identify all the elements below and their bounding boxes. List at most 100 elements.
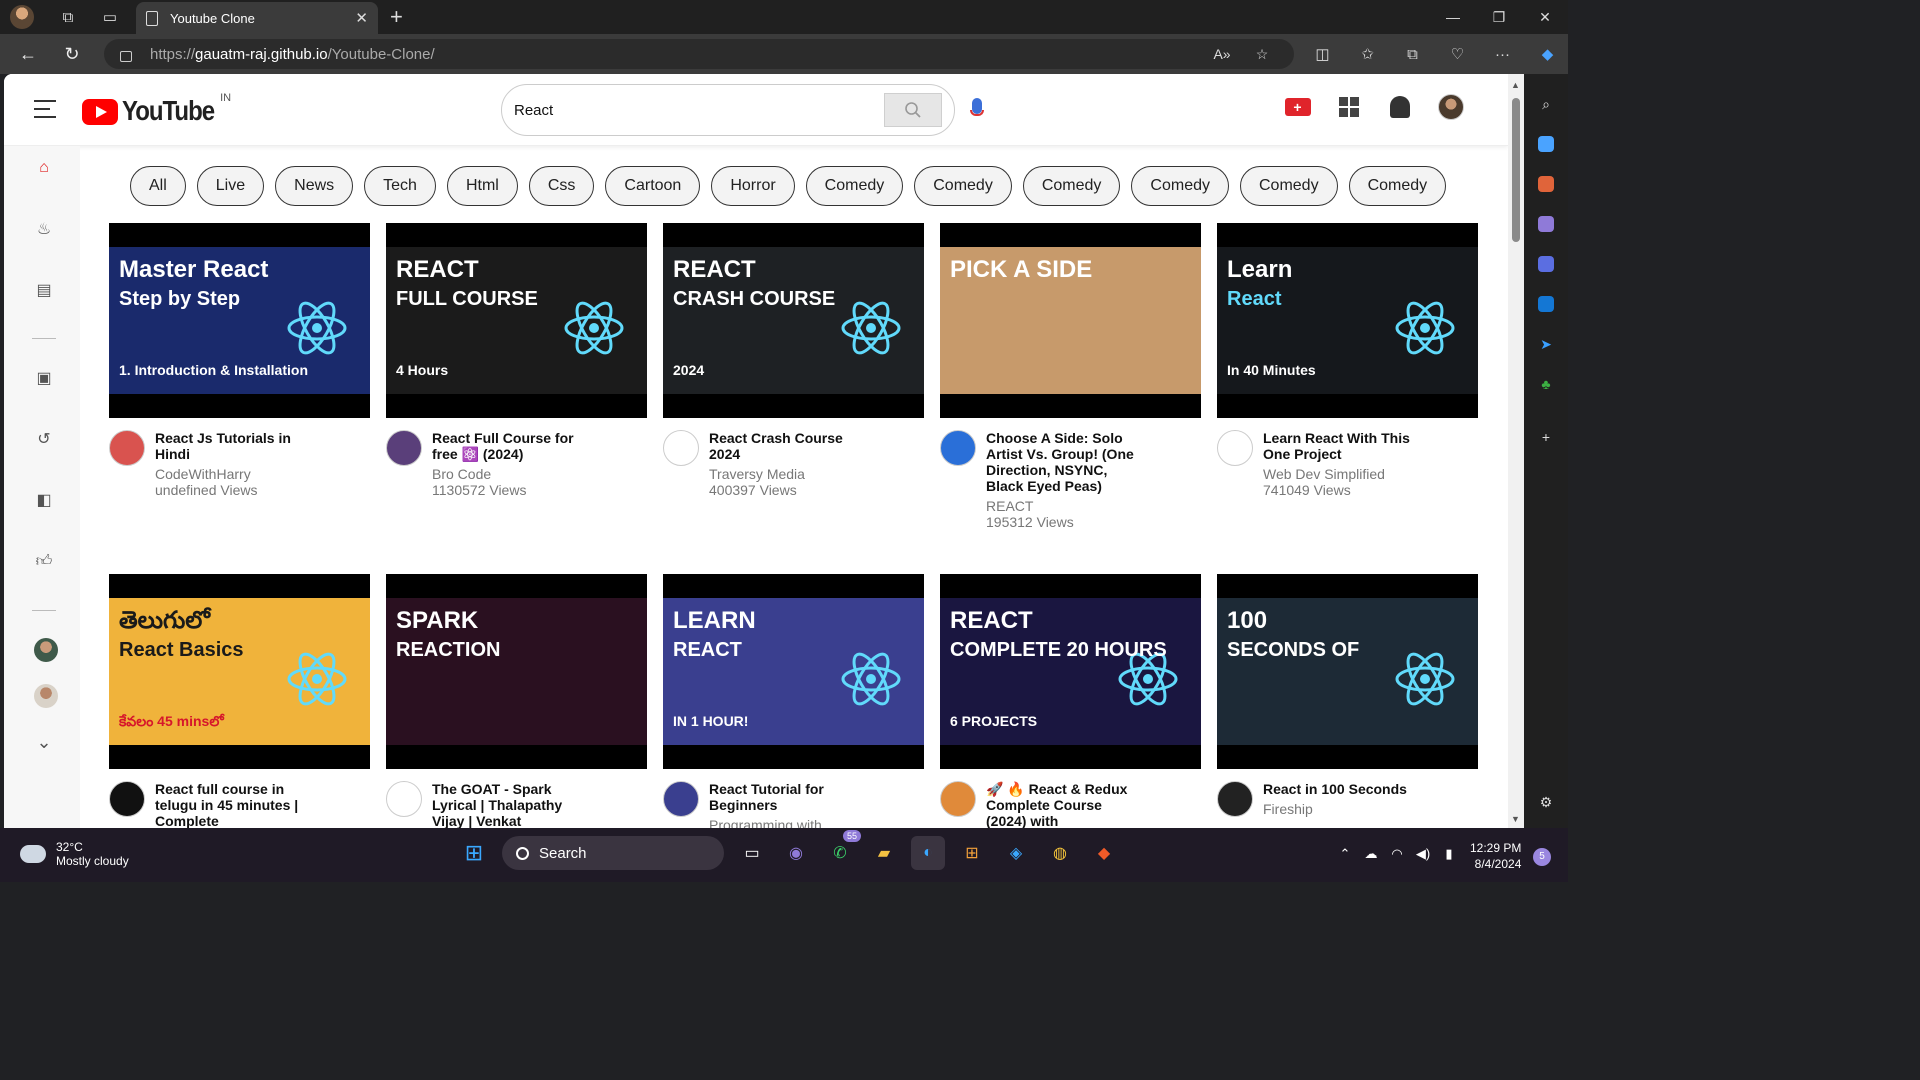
- video-title[interactable]: React Tutorial for Beginners: [709, 781, 859, 813]
- search-input[interactable]: [514, 101, 884, 119]
- taskbar-search[interactable]: Search: [502, 836, 724, 870]
- user-avatar-button[interactable]: [1425, 94, 1476, 120]
- filter-chip[interactable]: Live: [196, 166, 265, 206]
- filter-chip[interactable]: Horror: [711, 166, 795, 206]
- chevron-down-icon[interactable]: ⌄: [34, 732, 54, 752]
- file-explorer-icon[interactable]: ▰: [867, 836, 901, 870]
- channel-avatar[interactable]: [1217, 430, 1253, 466]
- video-thumbnail[interactable]: PICK A SIDE: [940, 223, 1201, 418]
- your-videos-icon[interactable]: ◧: [34, 490, 54, 510]
- channel-avatar[interactable]: [109, 781, 145, 817]
- tools-icon[interactable]: [1533, 171, 1559, 197]
- channel-name[interactable]: Bro Code: [432, 466, 582, 482]
- video-title[interactable]: React in 100 Seconds: [1263, 781, 1413, 797]
- vscode-icon[interactable]: ◈: [999, 836, 1033, 870]
- filter-chip[interactable]: News: [275, 166, 354, 206]
- video-thumbnail[interactable]: తెలుగులో React Basics కేవలం 45 minsలో: [109, 574, 370, 769]
- settings-gear-icon[interactable]: ⚙: [1533, 789, 1559, 815]
- video-title[interactable]: Learn React With This One Project: [1263, 430, 1413, 462]
- channel-name[interactable]: CodeWithHarry: [155, 466, 305, 482]
- video-card[interactable]: తెలుగులో React Basics కేవలం 45 minsలో React…: [109, 574, 370, 828]
- search-button[interactable]: [884, 93, 942, 127]
- tab-youtube-clone[interactable]: Youtube Clone ✕: [136, 2, 378, 34]
- volume-icon[interactable]: ◀): [1410, 846, 1436, 862]
- favorite-star-icon[interactable]: ☆: [1242, 46, 1282, 63]
- channel-avatar[interactable]: [386, 430, 422, 466]
- clock[interactable]: 12:29 PM 8/4/2024: [1470, 840, 1521, 872]
- tab-actions-icon[interactable]: ▭: [96, 3, 124, 31]
- subscription-avatar[interactable]: [34, 638, 58, 662]
- video-thumbnail[interactable]: Learn React In 40 Minutes: [1217, 223, 1478, 418]
- store-icon[interactable]: ⊞: [955, 836, 989, 870]
- shopping-tag-icon[interactable]: [1533, 131, 1559, 157]
- channel-avatar[interactable]: [940, 781, 976, 817]
- channel-name[interactable]: Web Dev Simplified: [1263, 466, 1413, 482]
- scroll-down-icon[interactable]: ▼: [1511, 814, 1520, 824]
- read-aloud-icon[interactable]: A»: [1202, 46, 1242, 62]
- filter-chip[interactable]: Tech: [364, 166, 436, 206]
- filter-chip[interactable]: Cartoon: [605, 166, 701, 206]
- video-card[interactable]: REACT FULL COURSE 4 Hours React Full Course…: [386, 223, 647, 498]
- teams-icon[interactable]: ◉: [779, 836, 813, 870]
- chrome-icon[interactable]: ◍: [1043, 836, 1077, 870]
- video-card[interactable]: REACT COMPLETE 20 HOURS 6 PROJECTS 🚀 🔥 Reac…: [940, 574, 1201, 828]
- more-menu-icon[interactable]: ···: [1480, 46, 1525, 63]
- scrollbar-thumb[interactable]: [1512, 98, 1520, 242]
- video-title[interactable]: React Js Tutorials in Hindi: [155, 430, 305, 462]
- channel-avatar[interactable]: [1217, 781, 1253, 817]
- microphone-icon[interactable]: [970, 98, 984, 120]
- video-card[interactable]: REACT CRASH COURSE 2024 React Crash Course …: [663, 223, 924, 498]
- close-window-icon[interactable]: ✕: [1522, 0, 1568, 34]
- address-bar[interactable]: https://gauatm-raj.github.io/Youtube-Clo…: [104, 39, 1294, 69]
- channel-avatar[interactable]: [663, 781, 699, 817]
- menu-icon[interactable]: [34, 100, 56, 118]
- subscription-avatar[interactable]: [34, 684, 58, 708]
- close-tab-icon[interactable]: ✕: [355, 9, 368, 27]
- video-title[interactable]: 🚀 🔥 React & Redux Complete Course (2024)…: [986, 781, 1136, 828]
- maximize-icon[interactable]: ❐: [1476, 0, 1522, 34]
- filter-chip[interactable]: Css: [528, 166, 595, 206]
- copilot-icon[interactable]: ◆: [1525, 45, 1570, 63]
- add-icon[interactable]: +: [1533, 424, 1559, 450]
- liked-videos-icon[interactable]: 👍︎: [34, 551, 54, 571]
- channel-avatar[interactable]: [663, 430, 699, 466]
- collections-toolbar-icon[interactable]: ⧉: [1390, 46, 1435, 63]
- video-title[interactable]: The GOAT - Spark Lyrical | Thalapathy Vi…: [432, 781, 582, 828]
- games-icon[interactable]: [1533, 211, 1559, 237]
- task-view-icon[interactable]: ▭: [735, 836, 769, 870]
- notification-badge[interactable]: 5: [1533, 848, 1551, 866]
- channel-name[interactable]: REACT: [986, 498, 1136, 514]
- filter-chip[interactable]: All: [130, 166, 186, 206]
- video-thumbnail[interactable]: REACT FULL COURSE 4 Hours: [386, 223, 647, 418]
- youtube-logo[interactable]: YouTube IN: [82, 92, 231, 127]
- outlook-icon[interactable]: [1533, 291, 1559, 317]
- video-thumbnail[interactable]: REACT CRASH COURSE 2024: [663, 223, 924, 418]
- battery-icon[interactable]: ▮: [1436, 846, 1462, 862]
- video-title[interactable]: React full course in telugu in 45 minute…: [155, 781, 305, 828]
- filter-chip[interactable]: Comedy: [1022, 166, 1121, 206]
- channel-name[interactable]: Traversy Media: [709, 466, 859, 482]
- filter-chip[interactable]: Html: [446, 166, 518, 206]
- video-thumbnail[interactable]: LEARN REACT IN 1 HOUR!: [663, 574, 924, 769]
- filter-chip[interactable]: Comedy: [914, 166, 1012, 206]
- video-thumbnail[interactable]: 100 SECONDS OF: [1217, 574, 1478, 769]
- back-icon[interactable]: ←: [10, 38, 46, 70]
- channel-avatar[interactable]: [386, 781, 422, 817]
- weather-widget[interactable]: 32°C Mostly cloudy: [16, 839, 129, 868]
- wifi-icon[interactable]: ◠: [1384, 846, 1410, 862]
- channel-avatar[interactable]: [109, 430, 145, 466]
- channel-avatar[interactable]: [940, 430, 976, 466]
- channel-name[interactable]: Fireship: [1263, 801, 1413, 817]
- send-icon[interactable]: ➤: [1533, 331, 1559, 357]
- refresh-icon[interactable]: ↻: [54, 38, 90, 70]
- split-screen-icon[interactable]: ◫: [1300, 45, 1345, 63]
- onedrive-icon[interactable]: ☁: [1358, 846, 1384, 862]
- edge-icon[interactable]: ◐: [911, 836, 945, 870]
- home-icon[interactable]: ⌂: [34, 158, 54, 178]
- video-thumbnail[interactable]: SPARK REACTION: [386, 574, 647, 769]
- video-card[interactable]: Master React Step by Step 1. Introduction …: [109, 223, 370, 498]
- favorites-icon[interactable]: ✩: [1345, 45, 1390, 63]
- filter-chip[interactable]: Comedy: [1131, 166, 1229, 206]
- whatsapp-icon[interactable]: ✆ 55: [823, 830, 861, 870]
- new-tab-icon[interactable]: +: [390, 4, 403, 30]
